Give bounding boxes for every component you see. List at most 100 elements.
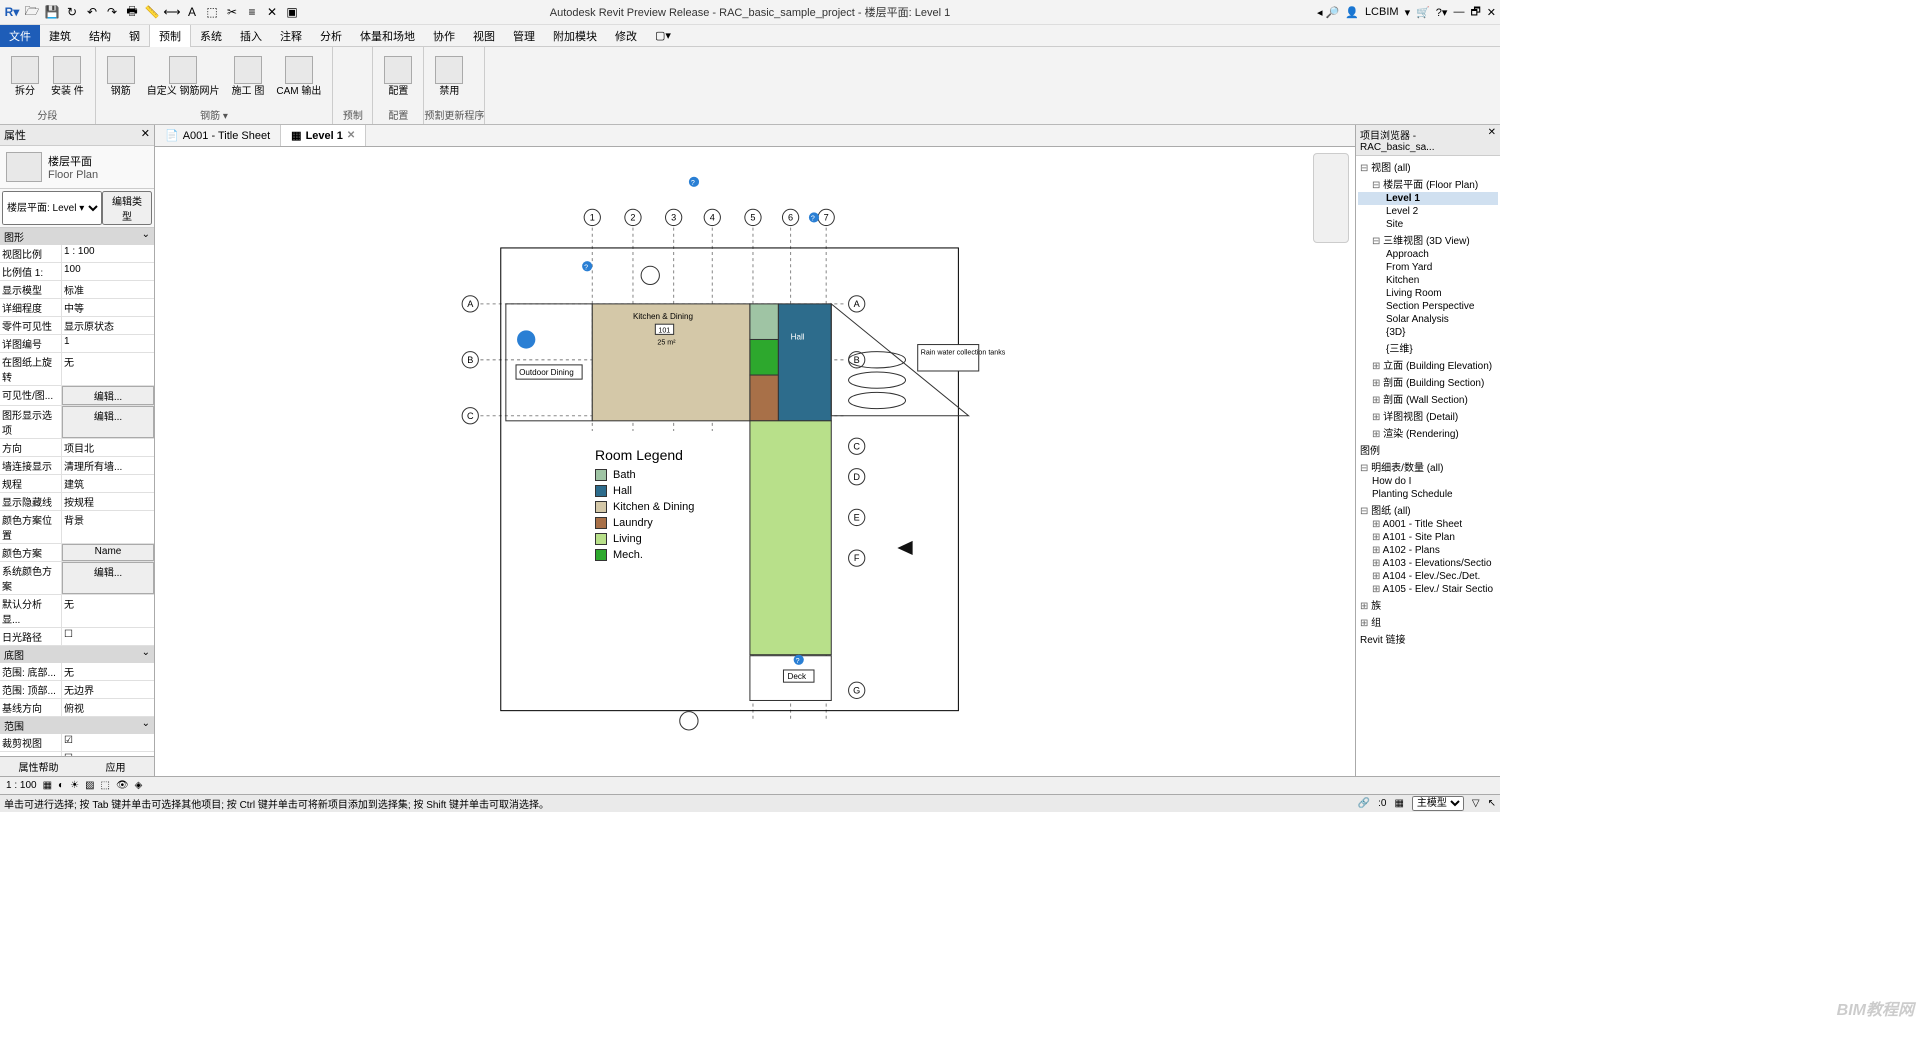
qat-measure-icon[interactable]: 📏 bbox=[144, 4, 160, 20]
btn-custom-mesh[interactable]: 自定义 钢筋网片 bbox=[142, 54, 225, 99]
tab-precast[interactable]: 预制 bbox=[149, 24, 191, 47]
tree-node[interactable]: From Yard bbox=[1358, 261, 1498, 274]
tree-node[interactable]: A105 - Elev./ Stair Sectio bbox=[1358, 583, 1498, 596]
tree-node[interactable]: 详图视图 (Detail) bbox=[1358, 407, 1498, 424]
tab-steel[interactable]: 钢 bbox=[120, 25, 149, 47]
btn-mount[interactable]: 安装 件 bbox=[46, 54, 89, 99]
tab-massing[interactable]: 体量和场地 bbox=[351, 25, 424, 47]
minimize-icon[interactable]: — bbox=[1453, 6, 1464, 18]
prop-section[interactable]: 范围⌄ bbox=[0, 717, 154, 734]
prop-row[interactable]: 详图编号1 bbox=[0, 335, 154, 353]
tab-modify[interactable]: 修改 bbox=[606, 25, 646, 47]
tree-node[interactable]: 渲染 (Rendering) bbox=[1358, 424, 1498, 441]
tree-node[interactable]: A104 - Elev./Sec./Det. bbox=[1358, 570, 1498, 583]
app-menu-icon[interactable]: R▾ bbox=[4, 4, 20, 20]
prop-row[interactable]: 墙连接显示清理所有墙... bbox=[0, 457, 154, 475]
prop-section[interactable]: 图形⌄ bbox=[0, 228, 154, 245]
tree-node[interactable]: 楼层平面 (Floor Plan) bbox=[1358, 175, 1498, 192]
prop-row[interactable]: 详细程度中等 bbox=[0, 299, 154, 317]
prop-row[interactable]: 日光路径☐ bbox=[0, 628, 154, 646]
properties-apply[interactable]: 应用 bbox=[77, 757, 154, 776]
tree-node[interactable]: Solar Analysis bbox=[1358, 313, 1498, 326]
vc-sun-icon[interactable]: ☀ bbox=[70, 780, 79, 791]
cart-icon[interactable]: 🛒 bbox=[1416, 6, 1430, 19]
prop-row[interactable]: 显示模型标准 bbox=[0, 281, 154, 299]
qat-thin-icon[interactable]: ≡ bbox=[244, 4, 260, 20]
tree-node[interactable]: 图纸 (all) bbox=[1358, 501, 1498, 518]
tree-node[interactable]: 剖面 (Building Section) bbox=[1358, 373, 1498, 390]
view-scale[interactable]: 1 : 100 bbox=[6, 780, 37, 791]
tree-node[interactable]: 族 bbox=[1358, 596, 1498, 613]
ribbon-collapse-icon[interactable]: ▢▾ bbox=[646, 26, 680, 45]
tree-node[interactable]: Site bbox=[1358, 218, 1498, 231]
user-icon[interactable]: 👤 bbox=[1345, 6, 1359, 19]
qat-sync-icon[interactable]: ↻ bbox=[64, 4, 80, 20]
btn-disable[interactable]: 禁用 bbox=[430, 54, 468, 99]
prop-row[interactable]: 零件可见性显示原状态 bbox=[0, 317, 154, 335]
prop-row[interactable]: 范围: 底部...无 bbox=[0, 663, 154, 681]
tab-insert[interactable]: 插入 bbox=[231, 25, 271, 47]
btn-split[interactable]: 拆分 bbox=[6, 54, 44, 99]
tree-node[interactable]: {三维} bbox=[1358, 339, 1498, 356]
tab-file[interactable]: 文件 bbox=[0, 25, 40, 47]
help-icon[interactable]: ?▾ bbox=[1436, 6, 1448, 19]
prop-row[interactable]: 比例值 1:100 bbox=[0, 263, 154, 281]
properties-help[interactable]: 属性帮助 bbox=[0, 757, 77, 776]
qat-undo-icon[interactable]: ↶ bbox=[84, 4, 100, 20]
prop-row[interactable]: 显示隐藏线按规程 bbox=[0, 493, 154, 511]
tab-arch[interactable]: 建筑 bbox=[40, 25, 80, 47]
edit-type-button[interactable]: 编辑类型 bbox=[102, 191, 152, 225]
tree-node[interactable]: A101 - Site Plan bbox=[1358, 531, 1498, 544]
doctab-sheet[interactable]: 📄 A001 - Title Sheet bbox=[155, 125, 281, 146]
restore-icon[interactable]: 🗗 bbox=[1470, 3, 1480, 22]
vc-shadows-icon[interactable]: ▨ bbox=[85, 780, 94, 791]
view-type-selector[interactable]: 楼层平面: Level ▾ bbox=[2, 191, 102, 225]
vc-reveal-icon[interactable]: ◈ bbox=[135, 780, 143, 791]
prop-row[interactable]: 视图比例1 : 100 bbox=[0, 245, 154, 263]
tab-manage[interactable]: 管理 bbox=[504, 25, 544, 47]
prop-row[interactable]: 裁剪视图☑ bbox=[0, 734, 154, 752]
doctab-level1[interactable]: ▦ Level 1 ✕ bbox=[281, 125, 366, 146]
prop-row[interactable]: 可见性/图...编辑... bbox=[0, 386, 154, 406]
status-model-select[interactable]: 主模型 bbox=[1412, 796, 1464, 811]
prop-row[interactable]: 默认分析显...无 bbox=[0, 595, 154, 628]
tree-node[interactable]: Revit 链接 bbox=[1358, 630, 1498, 647]
status-link-icon[interactable]: 🔗 bbox=[1358, 798, 1370, 809]
tree-node[interactable]: Level 1 bbox=[1358, 192, 1498, 205]
tab-struct[interactable]: 结构 bbox=[80, 25, 120, 47]
vc-detail-icon[interactable]: ▦ bbox=[43, 780, 52, 791]
tab-analyze[interactable]: 分析 bbox=[311, 25, 351, 47]
qat-switch-icon[interactable]: ▣ bbox=[284, 4, 300, 20]
tab-addins[interactable]: 附加模块 bbox=[544, 25, 606, 47]
tree-node[interactable]: A001 - Title Sheet bbox=[1358, 518, 1498, 531]
btn-cam-export[interactable]: CAM 输出 bbox=[271, 54, 326, 99]
btn-rebar[interactable]: 钢筋 bbox=[102, 54, 140, 99]
qat-close-icon[interactable]: ✕ bbox=[264, 4, 280, 20]
tree-node[interactable]: 视图 (all) bbox=[1358, 158, 1498, 175]
tree-node[interactable]: 图例 bbox=[1358, 441, 1498, 458]
tree-node[interactable]: Kitchen bbox=[1358, 274, 1498, 287]
tree-node[interactable]: Level 2 bbox=[1358, 205, 1498, 218]
properties-close-icon[interactable]: ✕ bbox=[141, 127, 150, 143]
tab-annotate[interactable]: 注释 bbox=[271, 25, 311, 47]
tree-node[interactable]: Approach bbox=[1358, 248, 1498, 261]
tree-node[interactable]: Living Room bbox=[1358, 287, 1498, 300]
drawing-canvas[interactable]: 1 2 3 4 5 6 7 A B C A B C D E bbox=[155, 147, 1355, 776]
qat-redo-icon[interactable]: ↷ bbox=[104, 4, 120, 20]
vc-crop-icon[interactable]: ⬚ bbox=[101, 780, 110, 791]
prop-row[interactable]: 在图纸上旋转无 bbox=[0, 353, 154, 386]
tree-node[interactable]: 剖面 (Wall Section) bbox=[1358, 390, 1498, 407]
tree-node[interactable]: 三维视图 (3D View) bbox=[1358, 231, 1498, 248]
tree-node[interactable]: Section Perspective bbox=[1358, 300, 1498, 313]
qat-text-icon[interactable]: A bbox=[184, 4, 200, 20]
tree-node[interactable]: A103 - Elevations/Sectio bbox=[1358, 557, 1498, 570]
qat-open-icon[interactable]: 🗁 bbox=[24, 4, 40, 20]
tree-node[interactable]: Planting Schedule bbox=[1358, 488, 1498, 501]
qat-section-icon[interactable]: ✂ bbox=[224, 4, 240, 20]
prop-row[interactable]: 方向项目北 bbox=[0, 439, 154, 457]
qat-3d-icon[interactable]: ⬚ bbox=[204, 4, 220, 20]
btn-config[interactable]: 配置 bbox=[379, 54, 417, 99]
qat-print-icon[interactable]: 🖶 bbox=[124, 4, 140, 20]
tree-node[interactable]: {3D} bbox=[1358, 326, 1498, 339]
infocenter-icon[interactable]: ◂ 🔎 bbox=[1317, 6, 1339, 19]
